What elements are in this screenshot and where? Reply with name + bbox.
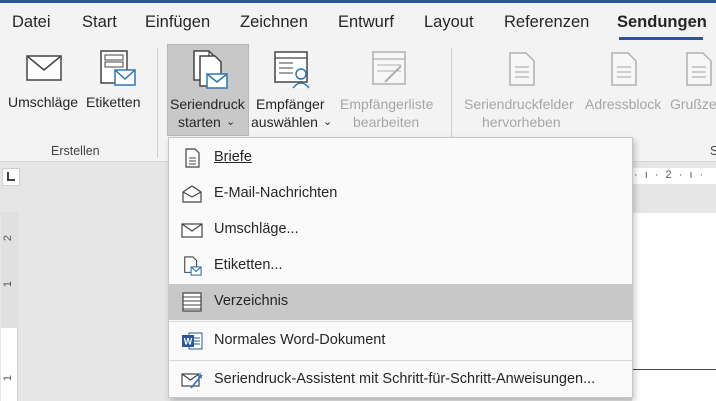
menu-item-email[interactable]: E-Mail-Nachrichten <box>169 176 632 212</box>
umschlaege-label: Umschläge <box>8 94 79 110</box>
menu-item-label: Verzeichnis <box>214 293 289 309</box>
tab-layout[interactable]: Layout <box>424 13 474 32</box>
tab-einfuegen[interactable]: Einfügen <box>145 13 210 32</box>
tab-stop-icon <box>7 172 15 181</box>
ribbon-tabs: Datei Start Einfügen Zeichnen Entwurf La… <box>0 3 716 40</box>
email-icon <box>182 185 202 203</box>
adressblock-label: Adressblock <box>585 96 662 112</box>
horizontal-ruler: · ı · 2 · ı · <box>632 168 716 184</box>
vertical-ruler-tick: 1 <box>2 280 15 288</box>
tab-datei[interactable]: Datei <box>12 13 51 32</box>
group-label-partial: S <box>710 144 716 158</box>
start-mail-merge-icon <box>193 50 228 89</box>
wizard-icon <box>181 372 203 389</box>
adressblock-button[interactable]: Adressblock <box>584 46 668 134</box>
vertical-ruler-margin <box>1 212 18 328</box>
empfaengerliste-label-2: bearbeiten <box>353 114 420 130</box>
directory-icon <box>182 292 202 312</box>
menu-item-umschlaege[interactable]: Umschläge... <box>169 212 632 248</box>
etiketten-label: Etiketten <box>86 94 141 110</box>
labels-icon <box>184 256 202 276</box>
chevron-down-icon: ⌄ <box>323 116 333 128</box>
group-label-erstellen: Erstellen <box>51 144 100 158</box>
menu-item-label: Normales Word-Dokument <box>214 332 386 348</box>
envelope-icon <box>181 223 203 238</box>
tab-sendungen[interactable]: Sendungen <box>617 13 707 32</box>
menu-item-normales-word-dokument[interactable]: W Normales Word-Dokument <box>169 323 632 359</box>
grusszeile-label: Grußze <box>670 96 716 112</box>
empfaenger-label-2: auswählen <box>251 114 318 130</box>
empfaenger-auswaehlen-button[interactable]: Empfänger auswählen ⌄ <box>251 46 335 134</box>
empfaengerliste-bearbeiten-button[interactable]: Empfängerliste bearbeiten <box>338 46 442 134</box>
menu-item-verzeichnis[interactable]: Verzeichnis <box>169 284 632 320</box>
menu-item-label: Seriendruck-Assistent mit Schritt-für-Sc… <box>214 371 596 387</box>
seriendruckfelder-label-2: hervorheben <box>482 114 561 130</box>
menu-item-label: Briefe <box>214 149 252 165</box>
menu-separator <box>169 321 632 322</box>
empfaengerliste-label-1: Empfängerliste <box>340 96 434 112</box>
tab-start[interactable]: Start <box>82 13 117 32</box>
word-document-icon: W <box>182 332 203 350</box>
seriendruck-starten-menu: Briefe E-Mail-Nachrichten Umschläge... E… <box>168 137 633 398</box>
menu-separator <box>169 360 632 361</box>
select-recipients-icon <box>274 51 310 89</box>
chevron-down-icon: ⌄ <box>226 116 236 128</box>
letter-icon <box>185 148 200 168</box>
group-separator <box>157 48 158 158</box>
svg-text:W: W <box>184 337 193 347</box>
document-page[interactable] <box>632 213 716 401</box>
greeting-line-icon <box>686 52 712 86</box>
tab-selector-button[interactable] <box>2 168 20 186</box>
seriendruck-label-1: Seriendruck <box>170 96 245 112</box>
menu-item-label: Umschläge... <box>214 221 299 237</box>
highlight-fields-icon <box>509 52 535 86</box>
menu-item-etiketten[interactable]: Etiketten... <box>169 248 632 284</box>
menu-item-label: E-Mail-Nachrichten <box>214 185 338 201</box>
seriendruck-label-2: starten <box>178 114 221 130</box>
vertical-ruler-tick: 2 <box>2 234 15 242</box>
seriendruck-starten-button[interactable]: Seriendruck starten ⌄ <box>167 46 249 134</box>
address-block-icon <box>611 52 637 86</box>
tab-zeichnen[interactable]: Zeichnen <box>240 13 308 32</box>
vertical-ruler-tick: 1 <box>2 374 15 382</box>
tab-entwurf[interactable]: Entwurf <box>338 13 394 32</box>
labels-icon <box>100 50 136 86</box>
etiketten-button[interactable]: Etiketten <box>84 50 148 126</box>
menu-item-label: Etiketten... <box>214 257 283 273</box>
edit-recipient-list-icon <box>372 51 406 85</box>
umschlaege-button[interactable]: Umschläge <box>6 50 84 126</box>
horizontal-ruler-ticks: · ı · 2 · ı · <box>634 169 706 181</box>
tab-referenzen[interactable]: Referenzen <box>504 13 589 32</box>
page-border-line <box>632 369 716 370</box>
seriendruckfelder-label-1: Seriendruckfelder <box>464 96 574 112</box>
menu-item-seriendruck-assistent[interactable]: Seriendruck-Assistent mit Schritt-für-Sc… <box>169 362 632 398</box>
envelope-icon <box>26 55 62 81</box>
empfaenger-label-1: Empfänger <box>256 96 325 112</box>
menu-item-briefe[interactable]: Briefe <box>169 140 632 176</box>
seriendruckfelder-hervorheben-button[interactable]: Seriendruckfelder hervorheben <box>463 46 583 134</box>
grusszeile-button[interactable]: Grußze <box>669 46 716 134</box>
